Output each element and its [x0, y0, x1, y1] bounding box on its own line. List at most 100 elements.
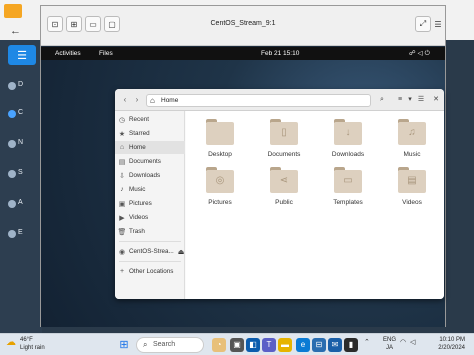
fullscreen-icon[interactable]: ⤢ [415, 16, 431, 32]
sidebar-item-pictures[interactable]: ▣ Pictures [115, 197, 185, 210]
sidebar-divider [119, 241, 181, 242]
host-nav-dot-icon [8, 140, 16, 148]
weather-desc: Light rain [20, 345, 45, 351]
widget-app-icon[interactable]: ◔ [212, 338, 226, 352]
host-nav-dot-icon [8, 110, 16, 118]
folder-downloads[interactable]: ↓ Downloads [320, 119, 376, 167]
folder-music[interactable]: ♫ Music [384, 119, 440, 167]
folder-camera-icon: ◎ [206, 167, 234, 193]
chat-icon[interactable]: ◧ [246, 338, 260, 352]
host-nav-dot-icon [8, 200, 16, 208]
weather-rain-icon: ☁ [6, 337, 16, 348]
picture-icon: ▣ [118, 200, 126, 208]
system-clock[interactable]: 10:10 PM 2/20/2024 [425, 336, 465, 352]
folder-templates[interactable]: ▭ Templates [320, 167, 376, 215]
gnome-clock[interactable]: Feb 21 15:10 [261, 50, 299, 57]
windows-start-icon[interactable]: ⊞ [117, 338, 131, 352]
folder-label: Music [403, 151, 421, 158]
forward-arrow-icon[interactable]: › [131, 94, 143, 106]
list-view-icon[interactable]: ≡ [395, 94, 405, 106]
folder-documents[interactable]: ▯ Documents [256, 119, 312, 167]
activities-button[interactable]: Activities [55, 50, 81, 57]
host-nav-item[interactable]: D [18, 81, 23, 88]
close-icon[interactable]: ✕ [431, 94, 441, 106]
folder-public[interactable]: ⋖ Public [256, 167, 312, 215]
chevron-down-icon[interactable]: ▾ [406, 94, 414, 106]
sidebar-item-documents[interactable]: ▤ Documents [115, 155, 185, 168]
folder-label: Desktop [208, 151, 232, 158]
weather-temp: 46°F [20, 337, 33, 343]
search-icon: ⌕ [143, 340, 148, 349]
places-sidebar: ◷ Recent ★ Starred ⌂ Home ▤ Documents ⇩ … [115, 111, 185, 299]
language-indicator[interactable]: ENG JA [383, 336, 396, 352]
back-arrow-icon[interactable]: ‹ [119, 94, 131, 106]
sidebar-item-starred[interactable]: ★ Starred [115, 127, 185, 140]
taskbar-search[interactable]: ⌕ Search [136, 337, 204, 353]
wifi-icon[interactable]: ◠ [400, 338, 406, 346]
eject-icon[interactable]: ⏏ [178, 248, 185, 256]
host-nav-item[interactable]: S [18, 169, 23, 176]
mail-icon[interactable]: ✉ [328, 338, 342, 352]
sidebar-item-label: Music [129, 186, 146, 193]
vm-viewer-window: ⊡ ⊞ ▭ ▢ CentOS_Stream_9:1 ⤢ ☰ Activities… [40, 5, 446, 327]
disc-icon: ◉ [118, 248, 126, 256]
sidebar-item-downloads[interactable]: ⇩ Downloads [115, 169, 185, 182]
document-icon: ▤ [118, 158, 126, 166]
plus-icon: + [119, 268, 125, 275]
path-bar[interactable]: ⌂ Home [146, 94, 371, 107]
home-icon: ⌂ [119, 144, 125, 151]
sidebar-item-label: CentOS-Strea... [129, 248, 174, 255]
folder-label: Public [275, 199, 293, 206]
menu-icon[interactable]: ☰ [416, 94, 426, 106]
search-icon[interactable]: ⌕ [377, 94, 387, 106]
host-nav-item[interactable]: N [18, 139, 23, 146]
sidebar-item-home[interactable]: ⌂ Home [115, 141, 185, 154]
system-menu-icons[interactable]: ☍◁⏻ [409, 49, 432, 58]
sidebar-item-label: Downloads [129, 172, 161, 179]
volume-icon[interactable]: ◁ [410, 338, 415, 346]
host-nav-item[interactable]: E [18, 229, 23, 236]
host-nav-dot-icon [8, 170, 16, 178]
chevron-up-icon[interactable]: ⌃ [364, 338, 370, 346]
folder-label: Pictures [208, 199, 232, 206]
home-icon: ⌂ [150, 96, 155, 105]
folder-videos[interactable]: ▤ Videos [384, 167, 440, 215]
sidebar-item-trash[interactable]: 🗑 Trash [115, 225, 185, 238]
lang-line2: JA [386, 345, 394, 351]
sidebar-item-label: Recent [129, 116, 149, 123]
trash-icon: 🗑 [117, 228, 127, 236]
file-explorer-icon[interactable]: ▬ [278, 338, 292, 352]
sidebar-item-music[interactable]: ♪ Music [115, 183, 185, 196]
sidebar-item-videos[interactable]: ▶ Videos [115, 211, 185, 224]
hamburger-icon[interactable]: ☰ [8, 45, 36, 65]
sidebar-item-label: Starred [129, 130, 150, 137]
menu-icon[interactable]: ☰ [433, 16, 443, 32]
sidebar-item-recent[interactable]: ◷ Recent [115, 113, 185, 126]
sidebar-item-label: Home [129, 144, 146, 151]
folder-download-icon: ↓ [334, 119, 362, 145]
search-placeholder: Search [153, 341, 176, 348]
sidebar-divider [119, 261, 181, 262]
host-nav-item[interactable]: A [18, 199, 23, 206]
sidebar-item-centos-stream[interactable]: ◉ CentOS-Strea... ⏏ [115, 245, 185, 258]
sidebar-item-label: Videos [129, 214, 149, 221]
folder-video-icon: ▤ [398, 167, 426, 193]
files-window: ‹ › ⌂ Home ⌕ ≡ ▾ ☰ ✕ ◷ Recent ★ Starred … [115, 89, 444, 299]
folder-desktop[interactable]: Desktop [192, 119, 248, 167]
teams-icon[interactable]: T [262, 338, 276, 352]
folder-pictures[interactable]: ◎ Pictures [192, 167, 248, 215]
terminal-icon[interactable]: ▮ [344, 338, 358, 352]
sidebar-item-other-locations[interactable]: + Other Locations [115, 265, 185, 278]
path-crumb[interactable]: Home [161, 97, 178, 104]
folder-icon [206, 119, 234, 145]
windows-taskbar: ☁ 46°F Light rain ⊞ ⌕ Search ◔ ▣ ◧ T ▬ e… [0, 333, 474, 355]
folder-template-icon: ▭ [334, 167, 362, 193]
folder-document-icon: ▯ [270, 119, 298, 145]
task-view-icon[interactable]: ▣ [230, 338, 244, 352]
folder-label: Downloads [331, 151, 365, 158]
store-icon[interactable]: ⊟ [312, 338, 326, 352]
app-menu-files[interactable]: Files [99, 50, 113, 57]
host-nav-item[interactable]: C [18, 109, 23, 116]
edge-icon[interactable]: e [296, 338, 310, 352]
arrow-left-icon[interactable]: ← [10, 25, 21, 37]
